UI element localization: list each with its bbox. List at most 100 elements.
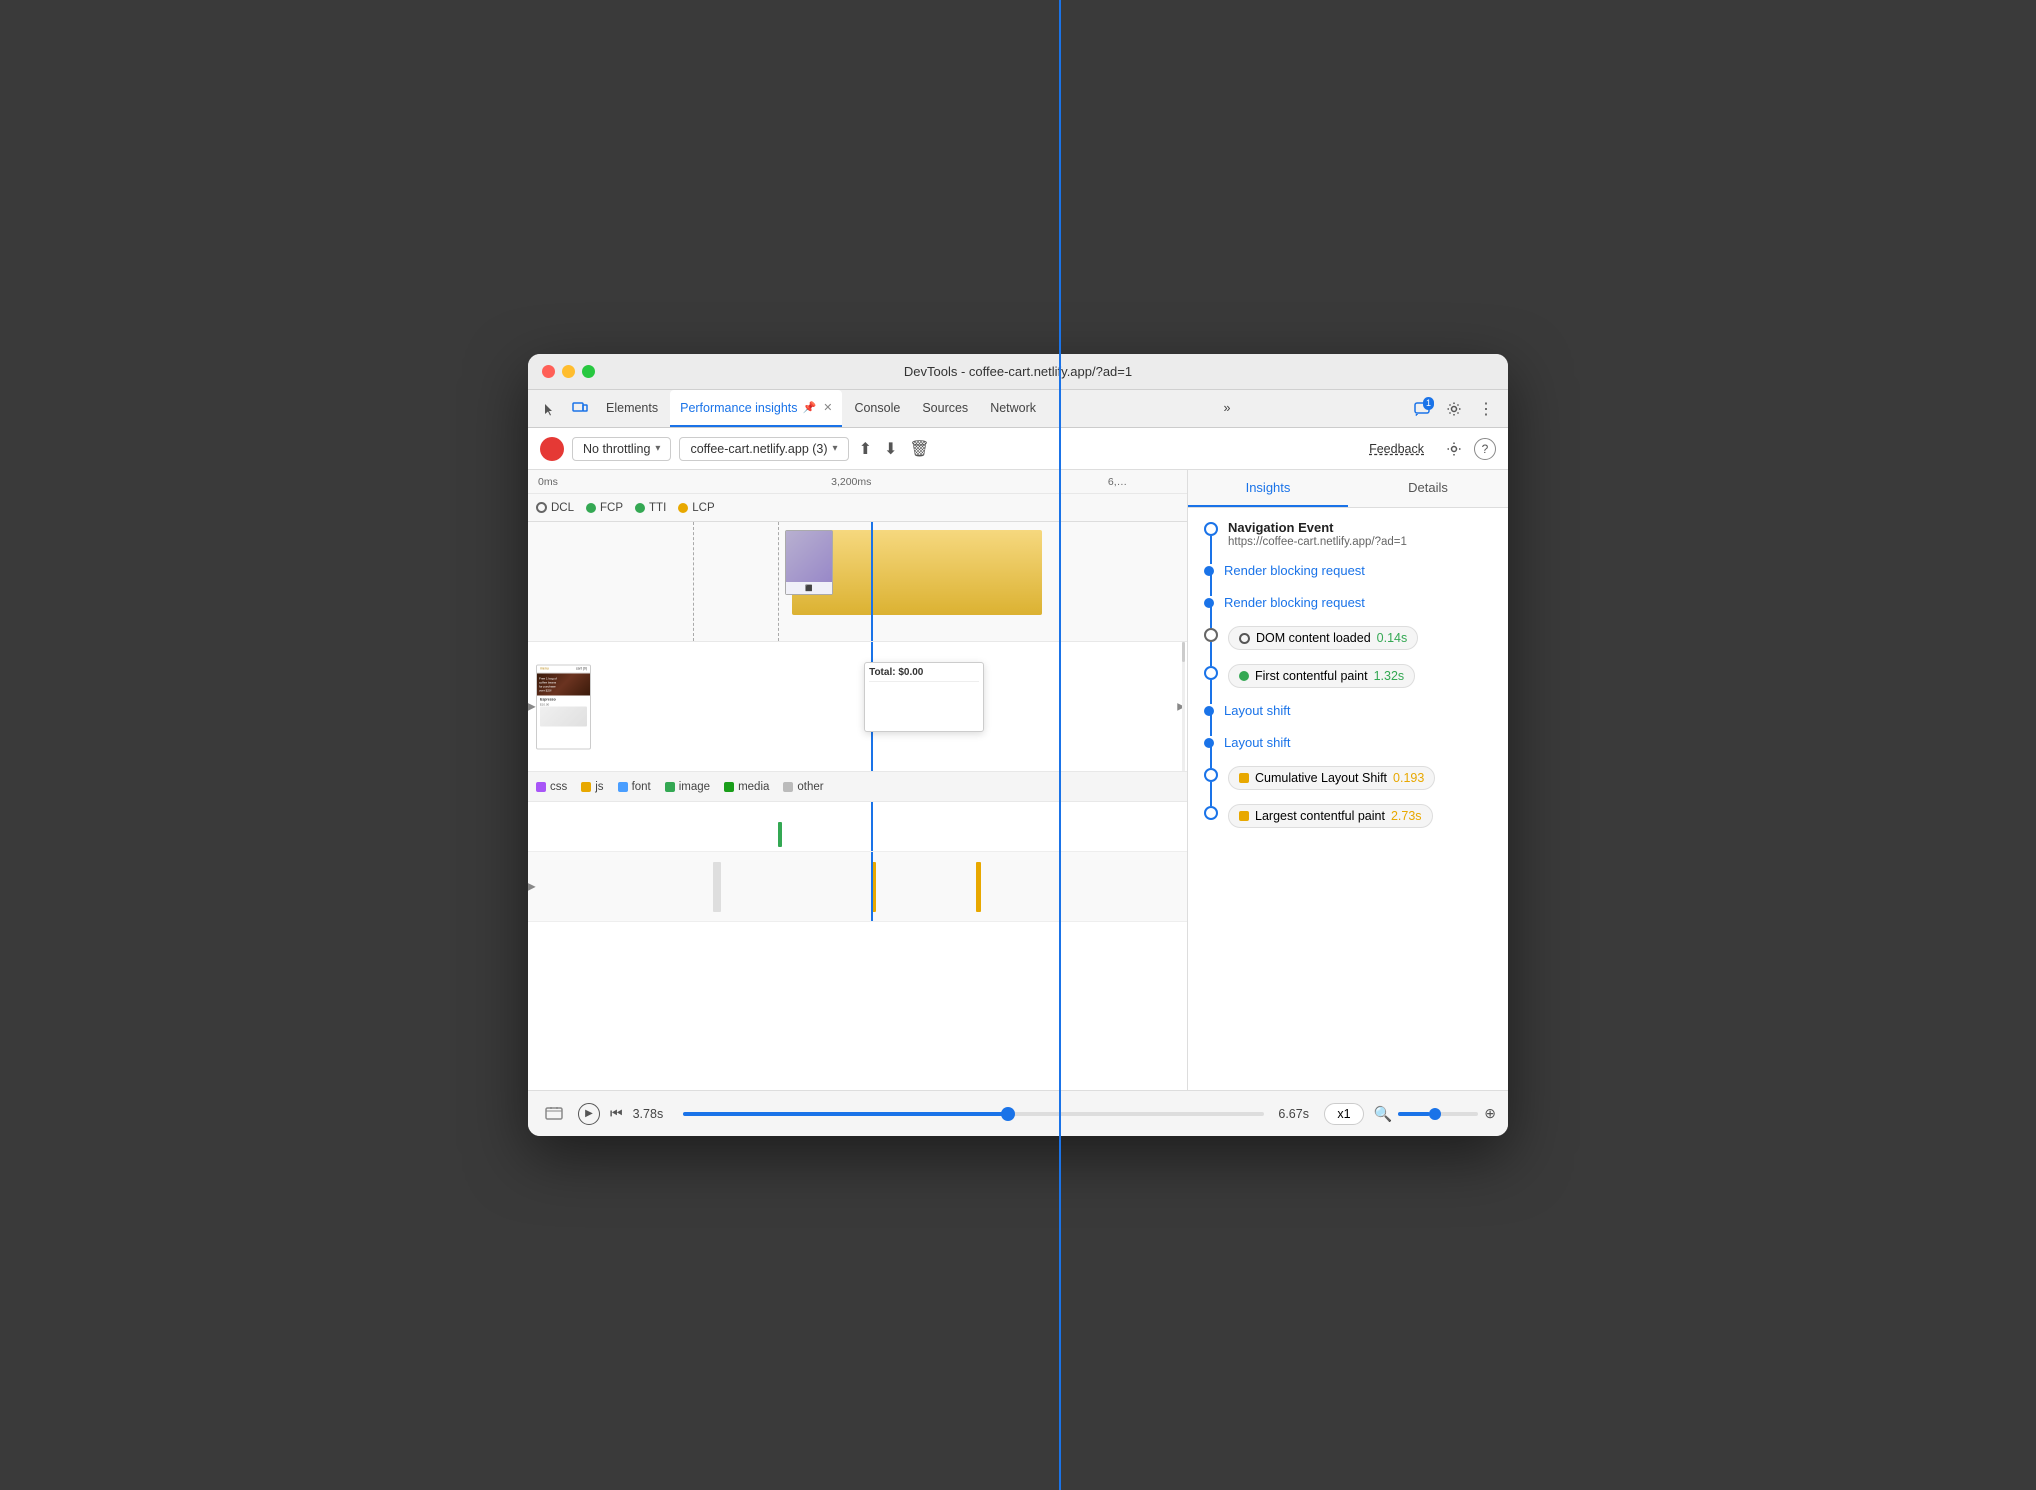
devtools-right-icons: 1 ⋮ (1408, 395, 1500, 423)
expand-arrow-2[interactable]: ▶ (528, 881, 536, 892)
lcp-value: 2.73s (1391, 809, 1422, 823)
current-time-label: 3.78s (633, 1107, 669, 1121)
more-options-icon[interactable]: ⋮ (1472, 395, 1500, 423)
lcp-dot (1204, 806, 1218, 820)
timeline-panel: 0ms 3,200ms 6,… DCL FCP TTI (528, 470, 1188, 1090)
tti-legend: TTI (635, 502, 666, 514)
fcp-value: 1.32s (1374, 669, 1405, 683)
timeline-cursor[interactable] (871, 522, 873, 641)
zoom-slider[interactable] (1398, 1112, 1478, 1116)
tti-label: TTI (649, 502, 666, 514)
close-button[interactable] (542, 365, 555, 378)
zoom-in-icon[interactable]: ⊕ (1484, 1105, 1496, 1122)
delete-icon[interactable]: 🗑 (907, 437, 931, 461)
window-title: DevTools - coffee-cart.netlify.app/?ad=1 (904, 364, 1132, 379)
render-blocking-1-entry: Render blocking request (1204, 562, 1492, 580)
layout-shift-1-link[interactable]: Layout shift (1224, 703, 1291, 718)
url-dropdown[interactable]: coffee-cart.netlify.app (3) ▾ (679, 437, 848, 461)
zoom-out-icon[interactable]: 🔍 (1374, 1105, 1393, 1123)
toolbar-action-icons: ⬆ ⬇ 🗑 (857, 437, 932, 461)
nav-event-entry: Navigation Event https://coffee-cart.net… (1204, 520, 1492, 548)
more-tabs-button[interactable]: » (1214, 390, 1241, 427)
render-blocking-1-content: Render blocking request (1224, 562, 1492, 580)
layout-shift-2-entry: Layout shift (1204, 734, 1492, 752)
lcp-square-icon (1239, 811, 1249, 821)
green-bar-1 (778, 822, 782, 847)
nav-event-content: Navigation Event https://coffee-cart.net… (1228, 520, 1492, 548)
tab-console[interactable]: Console (844, 390, 910, 427)
close-tab-icon[interactable]: ✕ (823, 401, 832, 414)
panel-scrollbar[interactable] (1182, 642, 1185, 771)
performance-toolbar: No throttling ▾ coffee-cart.netlify.app … (528, 428, 1508, 470)
play-button[interactable]: ▶ (578, 1103, 600, 1125)
pin-icon: 📌 (803, 401, 817, 414)
tab-elements[interactable]: Elements (596, 390, 668, 427)
timeline-entries: Navigation Event https://coffee-cart.net… (1204, 520, 1492, 828)
fcp-content: First contentful paint 1.32s (1228, 664, 1492, 688)
network-timeline: ⬛ (528, 522, 1187, 642)
insights-tab-bar: Insights Details (1188, 470, 1508, 508)
settings-icon[interactable] (1440, 395, 1468, 423)
chat-icon[interactable]: 1 (1408, 395, 1436, 423)
throttling-dropdown[interactable]: No throttling ▾ (572, 437, 671, 461)
feedback-link[interactable]: Feedback (1369, 442, 1424, 456)
nav-event-dot (1204, 522, 1218, 536)
render-blocking-2-dot (1204, 598, 1214, 608)
layout-shift-2-dot (1204, 738, 1214, 748)
time-marker-6ms: 6,… (1108, 476, 1127, 488)
tab-network[interactable]: Network (980, 390, 1046, 427)
minimize-button[interactable] (562, 365, 575, 378)
speed-badge[interactable]: x1 (1324, 1103, 1363, 1125)
download-icon[interactable]: ⬇ (882, 437, 899, 461)
layout-shift-1-entry: Layout shift (1204, 702, 1492, 720)
network-legend-row: css js font image media (528, 772, 1187, 802)
legend-media: media (724, 781, 769, 793)
layout-shift-2-content: Layout shift (1224, 734, 1492, 752)
devtools-tab-bar: Elements Performance insights 📌 ✕ Consol… (528, 390, 1508, 428)
tab-performance-insights[interactable]: Performance insights 📌 ✕ (670, 390, 842, 427)
tab-insights[interactable]: Insights (1188, 470, 1348, 507)
skip-to-start-button[interactable]: ⏮ (610, 1105, 623, 1122)
site-preview-left: menu cart (0) Free 1 bag ofcoffee beansf… (536, 664, 591, 749)
total-time-label: 6.67s (1278, 1107, 1314, 1121)
network-detail-row-1 (528, 802, 1187, 852)
lcp-legend: LCP (678, 502, 714, 514)
cls-label: Cumulative Layout Shift (1255, 771, 1387, 785)
tab-sources[interactable]: Sources (912, 390, 978, 427)
maximize-button[interactable] (582, 365, 595, 378)
time-marker-3200ms: 3,200ms (831, 476, 871, 488)
network-detail-row-2: ▶ (528, 852, 1187, 922)
device-toggle-icon[interactable] (566, 395, 594, 423)
titlebar: DevTools - coffee-cart.netlify.app/?ad=1 (528, 354, 1508, 390)
render-blocking-1-link[interactable]: Render blocking request (1224, 563, 1365, 578)
record-button[interactable] (540, 437, 564, 461)
render-blocking-2-link[interactable]: Render blocking request (1224, 595, 1365, 610)
lcp-content: Largest contentful paint 2.73s (1228, 804, 1492, 828)
layout-shift-1-content: Layout shift (1224, 702, 1492, 720)
help-icon[interactable]: ? (1474, 438, 1496, 460)
cursor-icon[interactable] (536, 395, 564, 423)
upload-icon[interactable]: ⬆ (857, 437, 874, 461)
tab-details[interactable]: Details (1348, 470, 1508, 507)
playback-slider[interactable] (683, 1112, 1265, 1116)
dom-loaded-dot (1204, 628, 1218, 642)
bottom-toolbar: ▶ ⏮ 3.78s 6.67s x1 🔍 ⊕ (528, 1090, 1508, 1136)
dashed-marker-2 (778, 522, 779, 641)
dom-loaded-entry: DOM content loaded 0.14s (1204, 626, 1492, 650)
fcp-dot (1204, 666, 1218, 680)
zoom-controls: 🔍 ⊕ (1374, 1105, 1496, 1123)
screenshot-toggle-icon[interactable] (540, 1100, 568, 1128)
toolbar-right-icons: ? (1440, 435, 1496, 463)
dcl-legend: DCL (536, 502, 574, 514)
chevron-down-icon: ▾ (655, 443, 660, 454)
dcl-label: DCL (551, 502, 574, 514)
lcp-entry: Largest contentful paint 2.73s (1204, 804, 1492, 828)
settings-gear-icon[interactable] (1440, 435, 1468, 463)
lcp-chip: Largest contentful paint 2.73s (1228, 804, 1433, 828)
devtools-window: DevTools - coffee-cart.netlify.app/?ad=1… (528, 354, 1508, 1136)
dom-loaded-value: 0.14s (1377, 631, 1408, 645)
layout-shift-1-dot (1204, 706, 1214, 716)
layout-shift-2-link[interactable]: Layout shift (1224, 735, 1291, 750)
fcp-entry: First contentful paint 1.32s (1204, 664, 1492, 688)
fcp-chip: First contentful paint 1.32s (1228, 664, 1415, 688)
